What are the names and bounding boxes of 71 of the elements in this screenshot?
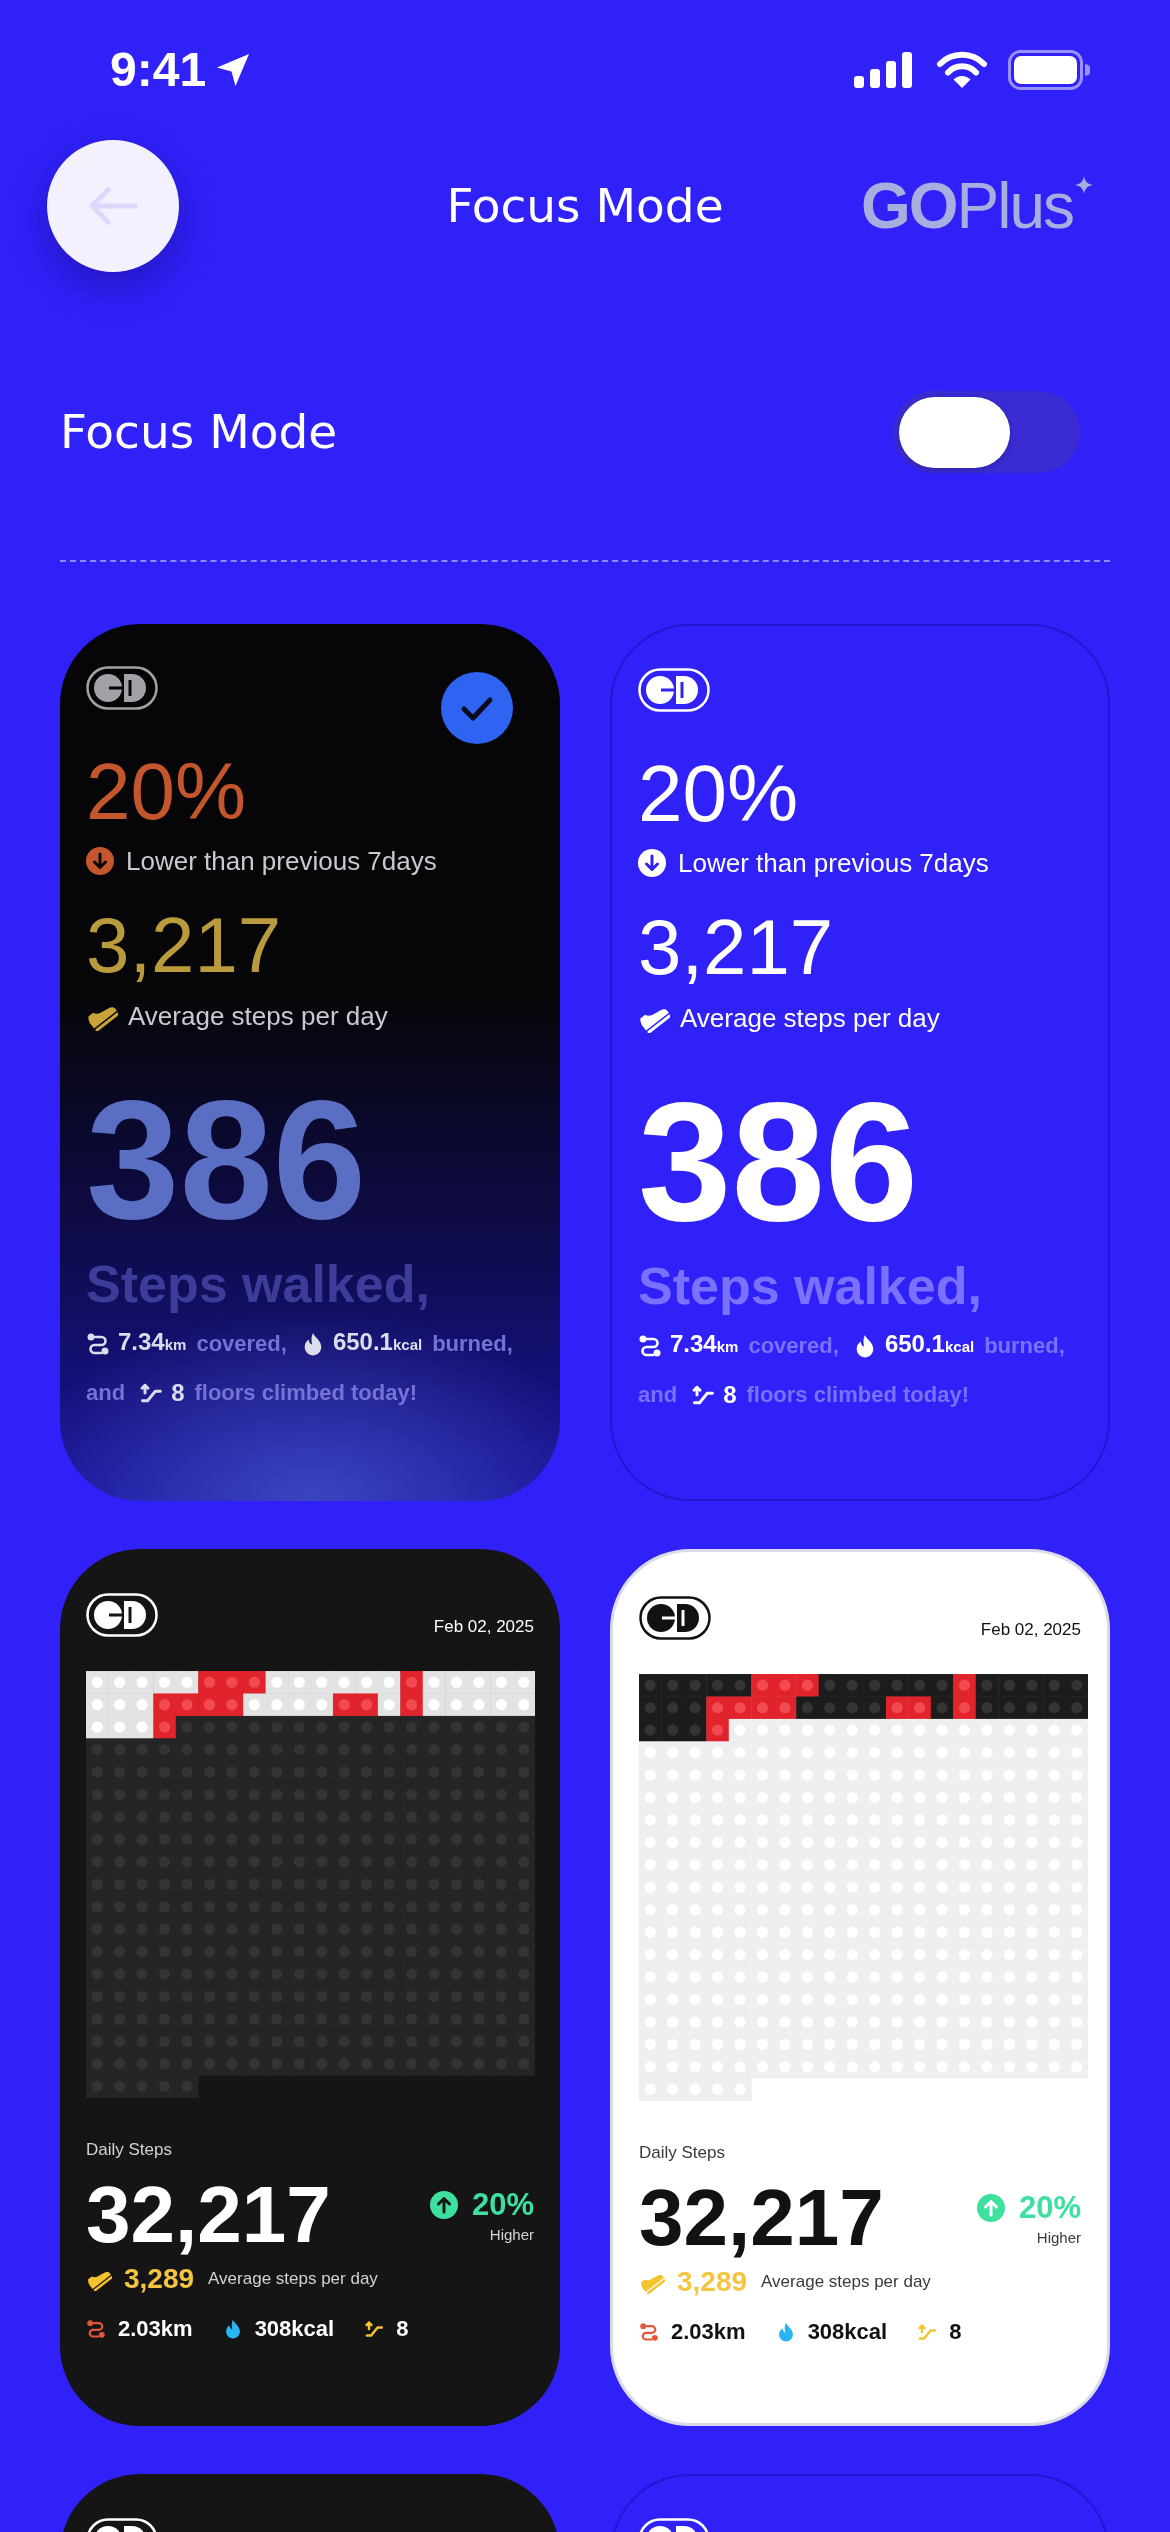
stat-caption: floors climbed today!: [194, 1379, 417, 1407]
stat-caption: covered,: [748, 1331, 839, 1360]
stat-prefix: and: [86, 1379, 126, 1407]
change-label: Higher: [1036, 2227, 1081, 2248]
stat-value: 650.1kcal: [884, 1329, 975, 1359]
date-label: Feb 02, 2025: [980, 1619, 1081, 1641]
logo-icon: [86, 666, 158, 710]
logo-icon: [639, 1596, 711, 1640]
change-percent: 20%: [471, 2186, 534, 2223]
stairs-icon: [691, 1383, 716, 1407]
widget-card[interactable]: Feb 02, 2025 Daily Steps 32,217 20% Higher 3,289 Average steps per day 2.03km 308kcal 8: [610, 1549, 1110, 2426]
check-icon: [441, 672, 513, 744]
sparkle-icon: [1075, 176, 1093, 194]
stat-caption: burned,: [432, 1329, 513, 1358]
logo-icon: [86, 1593, 158, 1637]
focus-mode-label: Focus Mode: [60, 403, 338, 461]
widget-card[interactable]: 20% Lower than previous 7days 3,217 Average steps per day 386 Steps walked, 7.34km covered, 650.1kcal burned, and 8 floors climbed today!: [610, 624, 1110, 1501]
stairs-icon: [139, 1381, 164, 1405]
stat-value: 8: [723, 1380, 737, 1410]
page-title: Focus Mode: [446, 177, 724, 235]
average-steps-value: 3,289: [124, 2261, 195, 2296]
stat-caption: burned,: [984, 1331, 1065, 1360]
change-label: Lower than previous 7days: [126, 845, 437, 878]
stat-caption: covered,: [196, 1329, 287, 1358]
average-steps-value: 3,289: [677, 2264, 748, 2299]
average-steps-label: Average steps per day: [128, 1000, 388, 1033]
stat-caption: floors climbed today!: [746, 1381, 969, 1409]
average-steps-label: Average steps per day: [208, 2267, 378, 2290]
stat-value: 650.1kcal: [332, 1327, 423, 1357]
status-time: 9:41: [110, 42, 207, 98]
average-steps-value: 3,217: [86, 905, 282, 985]
average-steps-label: Average steps per day: [680, 1002, 940, 1035]
brand-logo: GOPlus: [860, 170, 1073, 242]
steps-count: 32,217: [86, 2174, 331, 2255]
battery-icon: [1008, 50, 1090, 90]
steps-count: 386: [638, 1079, 919, 1245]
stat-value: 7.34km: [118, 1327, 187, 1357]
wifi-icon: [936, 51, 988, 89]
logo-icon: [638, 668, 710, 712]
daily-steps-label: Daily Steps: [86, 2138, 172, 2161]
change-percent: 20%: [1018, 2189, 1081, 2226]
signal-icon: [854, 52, 912, 88]
route-icon: [639, 2321, 659, 2342]
stat-value: 8: [396, 2314, 409, 2343]
average-steps-label: Average steps per day: [761, 2270, 931, 2293]
route-icon: [638, 1333, 662, 1358]
stat-value: 7.34km: [670, 1329, 739, 1359]
stairs-icon: [917, 2321, 938, 2342]
steps-count: 386: [86, 1077, 367, 1243]
date-label: Feb 02, 2025: [433, 1616, 534, 1638]
change-percent: 20%: [638, 754, 799, 834]
stairs-icon: [364, 2318, 385, 2339]
stat-value: 8: [949, 2317, 962, 2346]
stat-value: 308kcal: [254, 2314, 335, 2343]
route-icon: [86, 1331, 110, 1356]
arrow-left-icon: [88, 187, 138, 225]
stat-value: 2.03km: [118, 2314, 193, 2343]
widget-card[interactable]: 20% Lower than previous 7days 3,217 Average steps per day 386 Steps walked, 7.34km covered, 650.1kcal burned, and 8 floors climbed today!: [60, 624, 560, 1501]
average-steps-value: 3,217: [638, 907, 834, 987]
route-icon: [86, 2318, 106, 2339]
steps-count: 32,217: [639, 2177, 884, 2258]
stat-prefix: and: [638, 1381, 678, 1409]
change-percent: 20%: [86, 752, 247, 832]
change-label: Higher: [489, 2224, 534, 2245]
widget-card[interactable]: Feb 02, 2025 Daily Steps 32,217 20% Higher 3,289 Average steps per day 2.03km 308kcal 8: [60, 1549, 560, 2426]
stat-value: 8: [171, 1378, 185, 1408]
daily-steps-label: Daily Steps: [639, 2141, 725, 2164]
change-label: Lower than previous 7days: [678, 847, 989, 880]
stat-value: 308kcal: [807, 2317, 888, 2346]
stat-value: 2.03km: [671, 2317, 746, 2346]
location-arrow-icon: [216, 53, 251, 87]
